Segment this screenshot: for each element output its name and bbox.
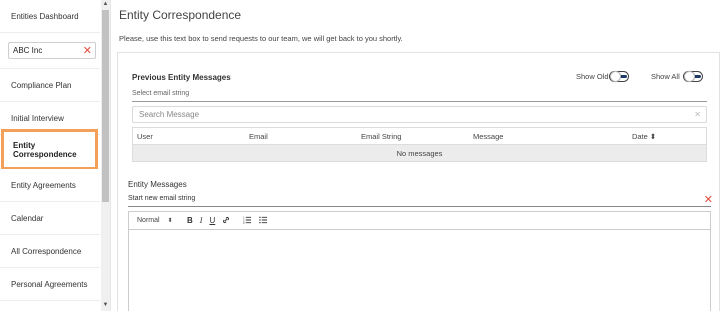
entity-filter-value: ABC Inc [13, 46, 43, 55]
entity-messages-title: Entity Messages [128, 180, 187, 189]
bold-button[interactable]: B [187, 216, 193, 225]
column-header-email-string[interactable]: Email String [361, 132, 401, 141]
bullet-list-icon[interactable] [259, 216, 268, 226]
column-header-user[interactable]: User [137, 132, 153, 141]
format-select-value: Normal [137, 217, 160, 224]
italic-button[interactable]: I [200, 216, 203, 225]
search-message-input[interactable]: Search Message ✕ [132, 106, 707, 123]
table-header: User Email Email String Message Date ⬍ [133, 128, 706, 145]
sidebar-item-compliance-plan[interactable]: Compliance Plan [0, 69, 100, 102]
column-header-message[interactable]: Message [473, 132, 503, 141]
sidebar-item-entity-correspondence[interactable]: Entity Correspondence [1, 129, 98, 170]
sidebar-item-entity-agreements[interactable]: Entity Agreements [0, 169, 100, 202]
column-header-date[interactable]: Date ⬍ [632, 132, 656, 141]
sidebar-item-entities-dashboard[interactable]: Entities Dashboard [0, 0, 100, 33]
search-clear-icon[interactable]: ✕ [694, 110, 701, 119]
page-description: Please, use this text box to send reques… [119, 34, 403, 43]
new-email-string-placeholder: Start new email string [128, 195, 196, 202]
show-all-toggle[interactable] [683, 71, 703, 82]
link-icon[interactable] [222, 216, 230, 226]
main-content: Entity Correspondence Please, use this t… [111, 0, 722, 311]
show-all-label: Show All [651, 72, 680, 81]
sidebar: Entities Dashboard ABC Inc ✕ Compliance … [0, 0, 111, 311]
clear-icon[interactable]: ✕ [83, 45, 92, 57]
sidebar-item-calendar[interactable]: Calendar [0, 202, 100, 235]
new-email-string-input[interactable]: Start new email string ✕ [128, 193, 713, 207]
sidebar-item-all-correspondence[interactable]: All Correspondence [0, 235, 100, 268]
email-string-select[interactable]: Select email string [132, 90, 707, 102]
message-editor[interactable]: Normal ⬍ B I U 123 [128, 211, 711, 311]
scroll-thumb[interactable] [102, 10, 109, 202]
entity-filter-input[interactable]: ABC Inc ✕ [8, 42, 96, 59]
sidebar-scrollbar[interactable]: ▲ ▼ [101, 0, 110, 311]
search-placeholder: Search Message [139, 110, 200, 119]
svg-text:3: 3 [243, 221, 245, 224]
ordered-list-icon[interactable]: 123 [243, 215, 252, 226]
email-string-placeholder: Select email string [132, 90, 190, 97]
previous-messages-title: Previous Entity Messages [132, 73, 231, 82]
scroll-up-arrow-icon[interactable]: ▲ [102, 1, 109, 8]
updown-arrow-icon: ⬍ [167, 218, 173, 224]
editor-toolbar: Normal ⬍ B I U 123 [129, 212, 710, 230]
show-old-toggle[interactable] [609, 71, 629, 82]
scroll-down-arrow-icon[interactable]: ▼ [102, 302, 109, 309]
messages-table: User Email Email String Message Date ⬍ N… [132, 127, 707, 162]
empty-row: No messages [133, 145, 706, 161]
entity-filter-wrap: ABC Inc ✕ [0, 36, 100, 69]
clear-icon[interactable]: ✕ [704, 193, 713, 206]
toggle-knob [610, 71, 621, 82]
column-header-email[interactable]: Email [249, 132, 268, 141]
format-select[interactable]: Normal ⬍ [137, 217, 177, 224]
toggle-knob [684, 71, 695, 82]
show-old-label: Show Old [576, 72, 609, 81]
page-title: Entity Correspondence [119, 8, 242, 22]
underline-button[interactable]: U [209, 216, 215, 225]
sidebar-item-personal-agreements[interactable]: Personal Agreements [0, 268, 100, 301]
